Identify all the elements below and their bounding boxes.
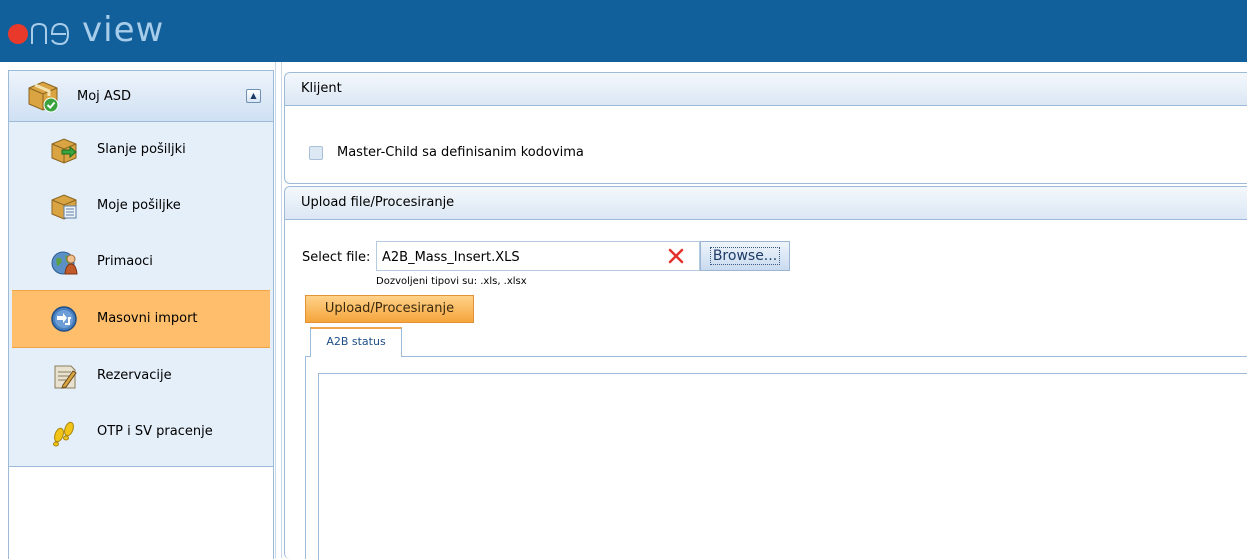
sidebar-item-label: Primaoci — [97, 254, 153, 269]
sidebar-item-masovni-import[interactable]: Masovni import — [12, 290, 270, 348]
clear-icon[interactable] — [665, 245, 687, 267]
tab-a2b-status[interactable]: A2B status — [310, 327, 402, 357]
browse-label: Browse... — [709, 247, 781, 265]
reservation-icon — [54, 365, 77, 389]
recipients-icon — [51, 251, 78, 275]
sidebar: Moj ASD ▲ Slanje pošiljki Moje pošiljke — [8, 70, 274, 559]
footprints-icon — [53, 421, 74, 447]
package-check-icon — [28, 81, 59, 113]
sidebar-item-moje-posiljke[interactable]: Moje pošiljke — [9, 178, 273, 234]
collapse-button[interactable]: ▲ — [246, 89, 261, 103]
sidebar-item-label: Rezervacije — [97, 368, 172, 383]
sidebar-item-primaoci[interactable]: Primaoci — [9, 234, 273, 290]
package-list-icon — [51, 194, 77, 220]
splitter-line — [281, 62, 282, 558]
splitter-line — [275, 62, 276, 558]
import-arrows-icon — [51, 306, 77, 332]
allowed-types-hint: Dozvoljeni tipovi su: .xls, .xlsx — [376, 276, 527, 287]
klijent-panel: Klijent Master-Child sa definisanim kodo… — [284, 72, 1247, 184]
sidebar-menu: Slanje pošiljki Moje pošiljke Primaoci M… — [9, 122, 273, 467]
file-input[interactable]: A2B_Mass_Insert.XLS — [376, 241, 700, 271]
panel-title: Upload file/Procesiranje — [285, 187, 1247, 220]
sidebar-item-label: Slanje pošiljki — [97, 142, 186, 157]
logo-text: view — [82, 10, 165, 50]
sidebar-item-label: Moje pošiljke — [97, 198, 181, 213]
checkbox-label: Master-Child sa definisanim kodovima — [337, 145, 584, 160]
select-file-label: Select file: — [302, 250, 371, 265]
sidebar-section-title: Moj ASD — [77, 89, 132, 104]
sidebar-item-slanje-posiljki[interactable]: Slanje pošiljki — [9, 122, 273, 178]
sidebar-item-label: OTP i SV pracenje — [97, 424, 213, 439]
upload-panel: Upload file/Procesiranje Select file: A2… — [284, 186, 1247, 560]
status-content-area — [318, 373, 1247, 560]
package-send-icon — [51, 138, 77, 164]
master-child-option[interactable]: Master-Child sa definisanim kodovima — [309, 145, 584, 160]
sidebar-item-otp-sv-pracenje[interactable]: OTP i SV pracenje — [9, 404, 273, 460]
oneview-logo[interactable]: view — [4, 10, 165, 50]
file-name: A2B_Mass_Insert.XLS — [382, 250, 520, 265]
panel-title: Klijent — [285, 73, 1247, 106]
browse-button[interactable]: Browse... — [700, 241, 790, 271]
chevron-up-icon: ▲ — [250, 91, 257, 100]
top-header: view — [0, 0, 1247, 62]
sidebar-section-header[interactable]: Moj ASD ▲ — [9, 71, 273, 122]
upload-button[interactable]: Upload/Procesiranje — [305, 295, 474, 323]
master-child-checkbox[interactable] — [309, 145, 323, 160]
sidebar-item-rezervacije[interactable]: Rezervacije — [9, 348, 273, 404]
logo-mark-icon — [8, 22, 70, 46]
sidebar-item-label: Masovni import — [97, 311, 198, 326]
